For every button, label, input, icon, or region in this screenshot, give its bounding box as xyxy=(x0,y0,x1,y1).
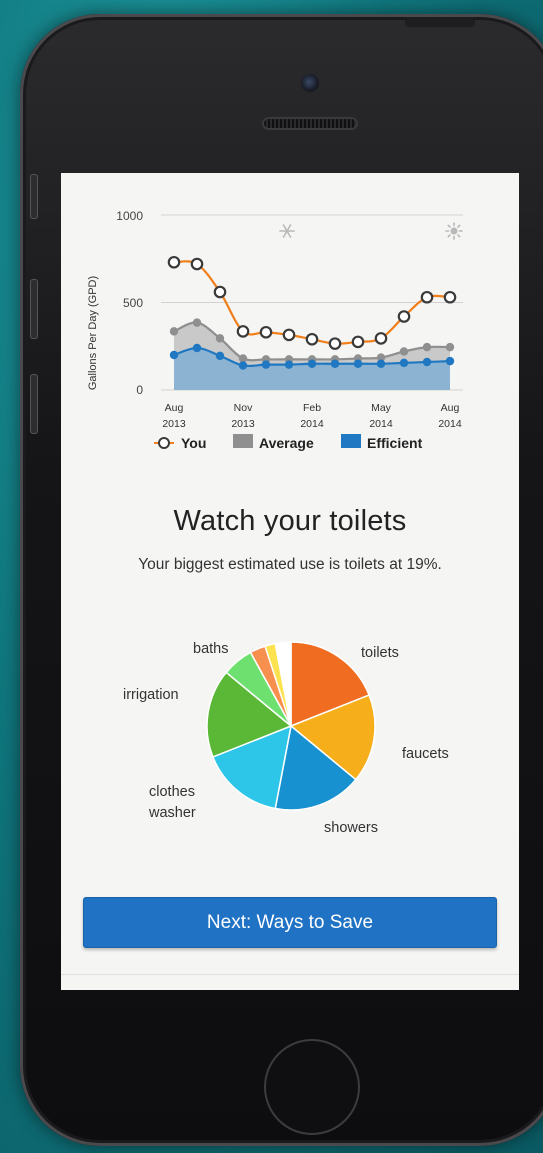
legend-you-marker xyxy=(154,437,174,449)
next-ways-to-save-button[interactable]: Next: Ways to Save xyxy=(83,897,497,948)
y-axis-label: Gallons Per Day (GPD) xyxy=(87,276,99,390)
snowflake-icon xyxy=(279,224,295,238)
x-tick-month-1: Nov xyxy=(234,402,253,414)
average-point-11 xyxy=(422,342,432,352)
average-point-12 xyxy=(445,342,455,352)
volume-down-button xyxy=(30,374,38,434)
x-tick-year-3: 2014 xyxy=(369,418,393,430)
y-tick-500: 500 xyxy=(123,296,143,310)
x-tick-month-3: May xyxy=(371,402,392,414)
pie-label-irrigation: irrigation xyxy=(123,687,179,703)
efficient-point-11 xyxy=(422,357,432,367)
x-tick-year-2: 2014 xyxy=(300,418,324,430)
you-point-6 xyxy=(305,332,319,346)
volume-up-button xyxy=(30,279,38,339)
sun-icon xyxy=(445,222,463,240)
you-point-9 xyxy=(374,332,388,345)
efficient-point-6 xyxy=(307,359,317,368)
efficient-point-3 xyxy=(238,361,248,370)
efficient-point-4 xyxy=(261,360,271,369)
you-point-3 xyxy=(236,325,250,338)
you-point-0 xyxy=(167,255,181,269)
average-point-1 xyxy=(192,318,202,327)
efficient-point-2 xyxy=(215,351,225,361)
pie-label-toilets: toilets xyxy=(361,645,399,661)
y-tick-1000: 1000 xyxy=(116,209,143,223)
efficient-point-10 xyxy=(399,358,409,368)
usage-chart: Gallons Per Day (GPD) 1000 500 0 Aug 201… xyxy=(87,209,463,451)
average-point-2 xyxy=(215,334,225,343)
legend-average-label: Average xyxy=(259,435,314,451)
legend-you-label: You xyxy=(181,435,206,451)
you-point-4 xyxy=(259,325,273,339)
legend-average-swatch xyxy=(233,434,253,448)
y-tick-0: 0 xyxy=(136,383,143,397)
efficient-point-7 xyxy=(330,359,340,368)
efficient-point-0 xyxy=(169,350,179,360)
app-screen: Gallons Per Day (GPD) 1000 500 0 Aug 201… xyxy=(61,173,519,990)
power-button xyxy=(405,17,475,27)
you-point-2 xyxy=(213,285,227,299)
you-point-12 xyxy=(443,290,457,304)
x-tick-year-0: 2013 xyxy=(162,418,186,430)
pie-label-baths: baths xyxy=(193,641,228,657)
average-point-0 xyxy=(169,327,179,336)
usage-pie-chart: baths toilets irrigation faucets clothes… xyxy=(123,641,449,836)
pie-label-showers: showers xyxy=(324,820,378,836)
legend-efficient-swatch xyxy=(341,434,361,448)
legend-efficient-label: Efficient xyxy=(367,435,423,451)
pie-label-clothes: clothes xyxy=(149,784,195,800)
home-button[interactable] xyxy=(264,1039,360,1135)
page-title: Watch your toilets xyxy=(173,505,407,537)
divider xyxy=(61,974,519,975)
earpiece-speaker xyxy=(262,117,358,130)
series-layer xyxy=(167,255,457,390)
front-camera xyxy=(301,74,319,92)
you-point-10 xyxy=(397,310,411,323)
efficient-point-5 xyxy=(284,360,294,369)
you-point-1 xyxy=(190,257,204,271)
pie-label-faucets: faucets xyxy=(402,746,449,762)
you-point-11 xyxy=(420,290,434,304)
x-tick-month-4: Aug xyxy=(441,402,460,414)
x-tick-month-2: Feb xyxy=(303,402,321,414)
average-point-10 xyxy=(399,347,409,356)
you-point-5 xyxy=(282,328,296,342)
page-subtitle: Your biggest estimated use is toilets at… xyxy=(138,556,442,573)
you-point-7 xyxy=(328,337,342,350)
x-tick-year-4: 2014 xyxy=(438,418,462,430)
pie-label-washer: washer xyxy=(148,805,196,821)
efficient-point-9 xyxy=(376,359,386,368)
you-point-8 xyxy=(351,335,365,349)
x-tick-month-0: Aug xyxy=(165,402,184,414)
pie-slices xyxy=(206,641,376,811)
mute-switch xyxy=(30,174,38,219)
efficient-point-8 xyxy=(353,359,363,368)
x-tick-year-1: 2013 xyxy=(231,418,255,430)
efficient-point-12 xyxy=(445,356,455,366)
efficient-point-1 xyxy=(192,343,202,353)
chart-legend: You Average Efficient xyxy=(154,434,423,451)
